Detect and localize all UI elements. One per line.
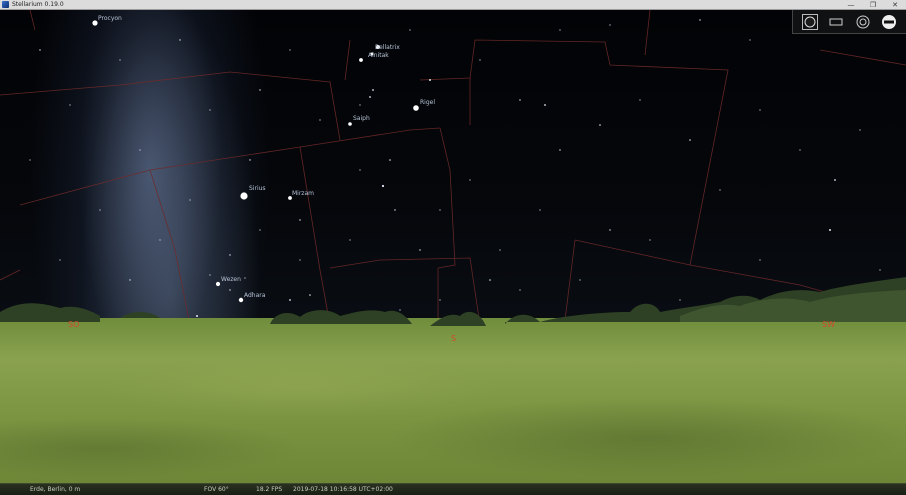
- label-rigel[interactable]: Rigel: [420, 99, 435, 106]
- star-procyon: [92, 20, 98, 26]
- status-fps: 18.2 FPS: [256, 486, 283, 493]
- cardinal-south: S: [451, 334, 457, 343]
- title-bar: Stellarium 0.19.0 — ❐ ✕: [0, 0, 906, 10]
- status-bar: Erde, Berlin, 0 m FOV 60° 18.2 FPS 2019-…: [0, 483, 906, 495]
- status-location[interactable]: Erde, Berlin, 0 m: [30, 485, 80, 495]
- star-sirius: [240, 192, 248, 200]
- star-alnitak: [359, 58, 363, 62]
- treeline: [0, 277, 906, 326]
- label-sirius[interactable]: Sirius: [249, 185, 266, 192]
- target-icon[interactable]: [854, 13, 872, 31]
- view-toolbar: [792, 10, 906, 34]
- cardinal-southwest: SW: [822, 320, 835, 329]
- close-button[interactable]: ✕: [884, 0, 906, 10]
- status-datetime[interactable]: 2019-07-18 10:16:58 UTC+02:00: [293, 485, 393, 495]
- minus-circle-icon[interactable]: [880, 13, 898, 31]
- label-saiph[interactable]: Saiph: [353, 115, 370, 122]
- star-saiph: [348, 122, 352, 126]
- maximize-button[interactable]: ❐: [862, 0, 884, 10]
- label-mirzam[interactable]: Mirzam: [292, 190, 314, 197]
- star-rigel: [413, 105, 419, 111]
- label-procyon[interactable]: Procyon: [98, 15, 122, 22]
- cardinal-southeast: SO: [68, 320, 80, 329]
- label-alnitak[interactable]: Alnitak: [368, 52, 389, 59]
- label-bellatrix[interactable]: Bellatrix: [375, 44, 400, 51]
- minimize-button[interactable]: —: [840, 0, 862, 10]
- circle-filled-icon[interactable]: [801, 13, 819, 31]
- named-stars: [92, 20, 419, 303]
- rectangle-icon[interactable]: [827, 13, 845, 31]
- window-title: Stellarium 0.19.0: [12, 0, 64, 8]
- status-fov: FOV 60°: [204, 486, 229, 493]
- stellarium-app-icon: [2, 1, 9, 8]
